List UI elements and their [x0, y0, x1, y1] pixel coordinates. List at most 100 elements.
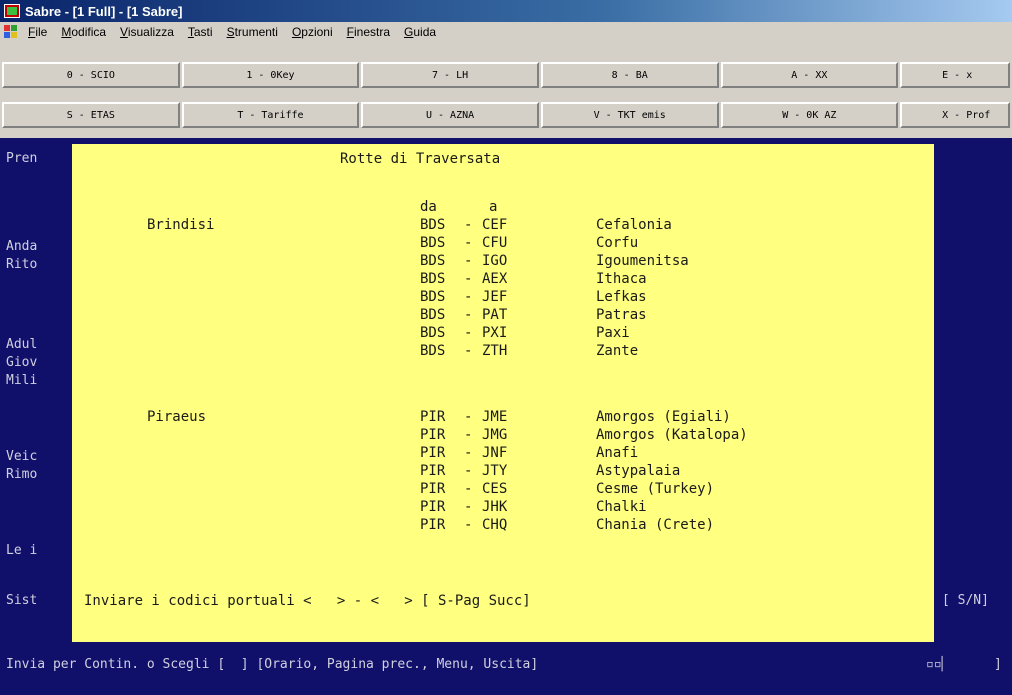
route-destination-name: Cesme (Turkey): [596, 481, 715, 497]
route-origin: BDS: [420, 271, 446, 287]
route-destination-name: Cefalonia: [596, 217, 672, 233]
route-dash: -: [464, 481, 473, 497]
side-label-veic: Veic: [6, 449, 38, 464]
window-title: Sabre - [1 Full] - [1 Sabre]: [25, 3, 183, 19]
route-destination-name: Chania (Crete): [596, 517, 715, 533]
fkey-xx-button[interactable]: A - XX: [720, 62, 899, 88]
route-origin: BDS: [420, 253, 446, 269]
column-header-a: a: [489, 199, 498, 215]
fkey-e-button[interactable]: E - x: [900, 62, 1010, 88]
route-destination-code: JHK: [482, 499, 508, 515]
route-destination-code: CEF: [482, 217, 508, 233]
group-label-brindisi: Brindisi: [147, 217, 215, 233]
route-dash: -: [464, 517, 473, 533]
route-destination-code: JEF: [482, 289, 508, 305]
route-destination-name: Igoumenitsa: [596, 253, 689, 269]
route-dash: -: [464, 325, 473, 341]
fkey-prof-button[interactable]: X - Prof: [900, 102, 1010, 128]
route-dash: -: [464, 445, 473, 461]
fkey-lh-button[interactable]: 7 - LH: [361, 62, 539, 88]
route-destination-name: Chalki: [596, 499, 647, 515]
fkey-0key-button[interactable]: 1 - 0Key: [181, 62, 360, 88]
fkey-azna-button[interactable]: U - AZNA: [361, 102, 539, 128]
port-code-prompt[interactable]: Inviare i codici portuali < > - < > [ S-…: [84, 592, 531, 610]
status-line-end: ]: [994, 657, 1002, 672]
side-label-pren: Pren: [6, 151, 38, 166]
route-origin: BDS: [420, 289, 446, 305]
route-destination-code: PXI: [482, 325, 508, 341]
fkey-tariffe-button[interactable]: T - Tariffe: [181, 102, 360, 128]
side-label-anda: Anda: [6, 239, 38, 254]
route-destination-code: JNF: [482, 445, 508, 461]
fkey-ba-button[interactable]: 8 - BA: [540, 62, 719, 88]
side-label-sist: Sist: [6, 593, 38, 608]
route-dash: -: [464, 271, 473, 287]
cursor-block-icon: ▫▫▏: [926, 657, 950, 672]
route-destination-name: Anafi: [596, 445, 639, 461]
route-origin: PIR: [420, 445, 446, 461]
function-key-row-2: S - ETAS T - Tariffe U - AZNA V - TKT em…: [0, 102, 1012, 130]
route-destination-name: Patras: [596, 307, 647, 323]
route-destination-code: AEX: [482, 271, 508, 287]
route-origin: BDS: [420, 325, 446, 341]
fkey-etas-button[interactable]: S - ETAS: [2, 102, 180, 128]
route-dash: -: [464, 289, 473, 305]
route-destination-name: Astypalaia: [596, 463, 681, 479]
route-origin: PIR: [420, 409, 446, 425]
fkey-tkt-emis-button[interactable]: V - TKT emis: [540, 102, 719, 128]
route-origin: BDS: [420, 235, 446, 251]
side-label-rito: Rito: [6, 257, 38, 272]
route-destination-code: IGO: [482, 253, 508, 269]
route-destination-name: Lefkas: [596, 289, 647, 305]
route-destination-code: CES: [482, 481, 508, 497]
terminal-screen[interactable]: Pren Anda Rito Adul Giov Mili Veic Rimo …: [0, 138, 1012, 695]
function-key-bar: 0 - SCIO 1 - 0Key 7 - LH 8 - BA A - XX E…: [0, 44, 1012, 134]
side-label-rimo: Rimo: [6, 467, 38, 482]
route-destination-code: CFU: [482, 235, 508, 251]
route-destination-code: JME: [482, 409, 508, 425]
document-icon[interactable]: [4, 25, 20, 39]
sabre-app-icon: [4, 4, 20, 18]
route-origin: BDS: [420, 217, 446, 233]
route-dash: -: [464, 253, 473, 269]
route-dash: -: [464, 499, 473, 515]
route-dash: -: [464, 307, 473, 323]
side-label-mili: Mili: [6, 373, 38, 388]
group-label-piraeus: Piraeus: [147, 409, 207, 425]
route-destination-code: CHQ: [482, 517, 508, 533]
route-origin: PIR: [420, 499, 446, 515]
route-dash: -: [464, 235, 473, 251]
menu-bar: File Modifica Visualizza Tasti Strumenti…: [0, 22, 1012, 42]
menu-modifica[interactable]: Modifica: [61, 25, 106, 39]
route-destination-name: Amorgos (Katalopa): [596, 427, 748, 443]
side-label-giov: Giov: [6, 355, 38, 370]
menu-tasti[interactable]: Tasti: [188, 25, 213, 39]
route-origin: PIR: [420, 517, 446, 533]
route-origin: PIR: [420, 427, 446, 443]
menu-strumenti[interactable]: Strumenti: [227, 25, 278, 39]
menu-visualizza[interactable]: Visualizza: [120, 25, 174, 39]
route-origin: PIR: [420, 481, 446, 497]
yes-no-prompt[interactable]: [ S/N]: [942, 592, 989, 610]
side-label-adul: Adul: [6, 337, 38, 352]
route-origin: PIR: [420, 463, 446, 479]
fkey-scio-button[interactable]: 0 - SCIO: [2, 62, 180, 88]
route-destination-code: ZTH: [482, 343, 508, 359]
menu-guida[interactable]: Guida: [404, 25, 436, 39]
menu-file[interactable]: File: [28, 25, 47, 39]
route-destination-code: PAT: [482, 307, 508, 323]
route-dash: -: [464, 427, 473, 443]
routes-title: Rotte di Traversata: [340, 151, 501, 167]
route-destination-name: Ithaca: [596, 271, 647, 287]
route-dash: -: [464, 463, 473, 479]
route-destination-name: Amorgos (Egiali): [596, 409, 731, 425]
status-line: Invia per Contin. o Scegli [ ] [Orario, …: [6, 657, 539, 672]
route-dash: -: [464, 217, 473, 233]
route-destination-code: JTY: [482, 463, 508, 479]
route-origin: BDS: [420, 343, 446, 359]
fkey-0k-az-button[interactable]: W - 0K AZ: [720, 102, 899, 128]
function-key-row-1: 0 - SCIO 1 - 0Key 7 - LH 8 - BA A - XX E…: [0, 62, 1012, 90]
menu-opzioni[interactable]: Opzioni: [292, 25, 333, 39]
side-label-le-i: Le i: [6, 543, 38, 558]
menu-finestra[interactable]: Finestra: [347, 25, 390, 39]
